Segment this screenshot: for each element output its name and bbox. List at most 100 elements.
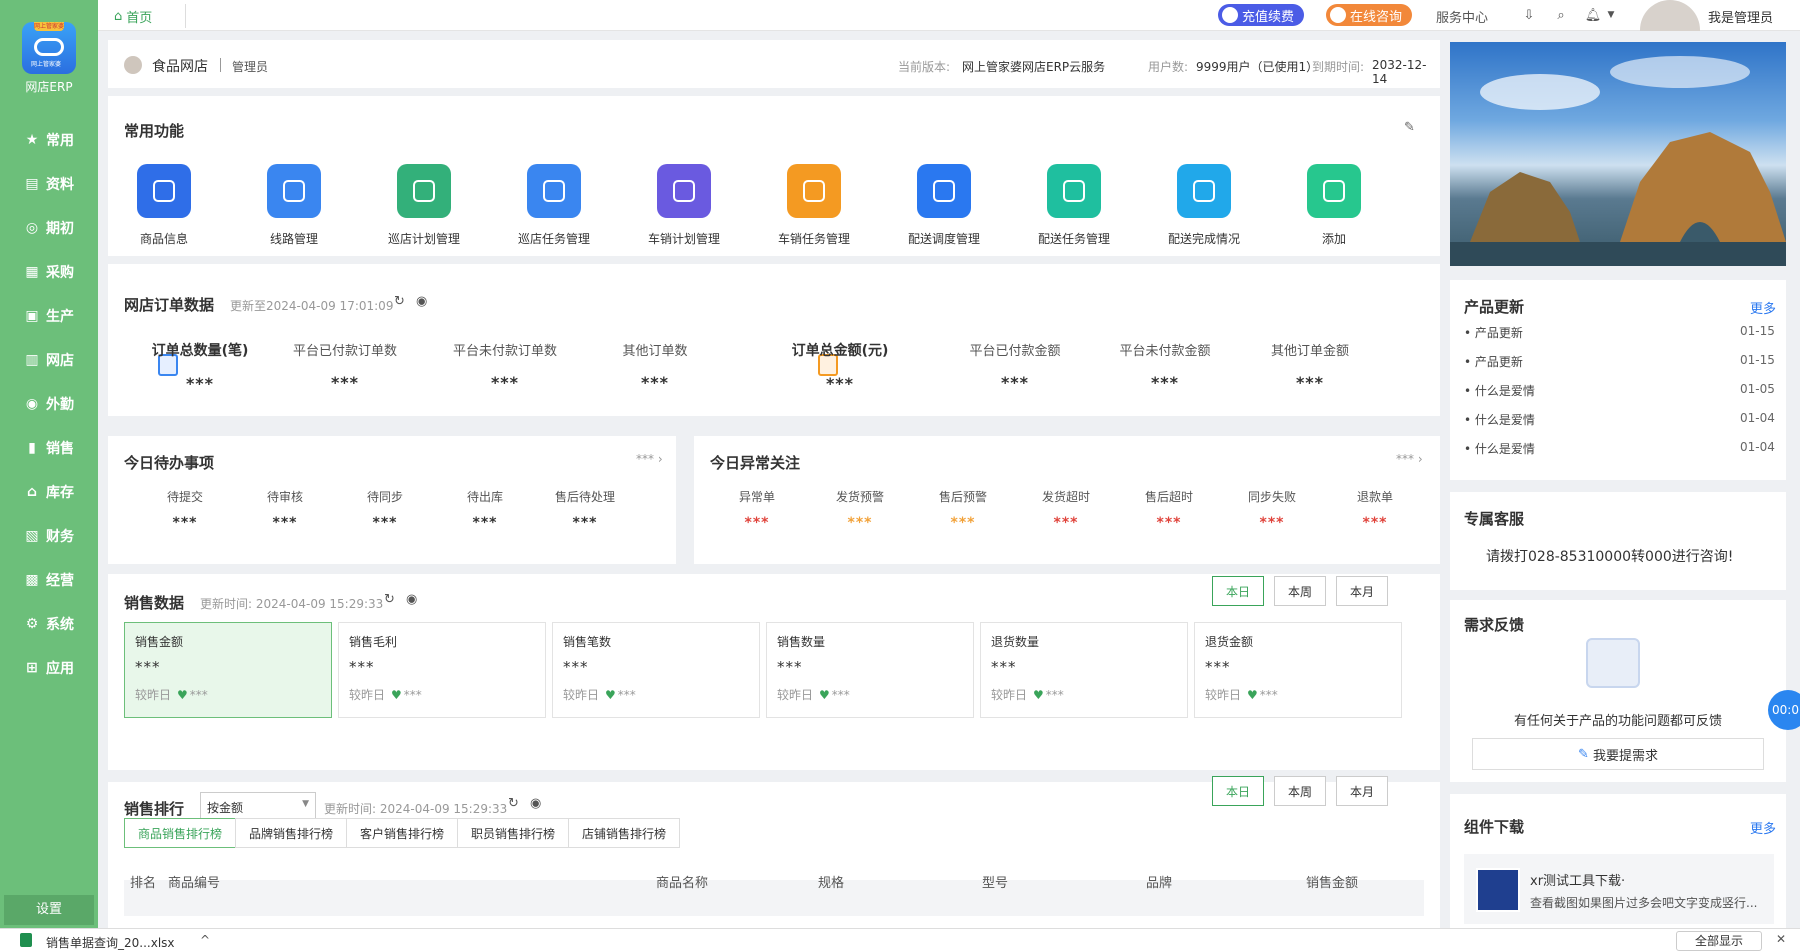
sidebar-item-7[interactable]: ▮ 销售 [0,426,98,470]
todo-more[interactable]: *** › [636,452,663,466]
sales-period-0[interactable]: 本日 [1212,576,1264,606]
sidebar-item-12[interactable]: ⊞ 应用 [0,646,98,690]
todo-item-3[interactable]: 待出库 *** [440,488,530,531]
edit-icon[interactable]: ✎ [1404,120,1415,135]
close-icon[interactable]: ✕ [1776,932,1786,946]
function-item-9[interactable]: 添加 [1294,164,1374,247]
sales-card-2[interactable]: 销售笔数 *** 较昨日 ♥ *** [552,622,760,718]
sales-card-5[interactable]: 退货金额 *** 较昨日 ♥ *** [1194,622,1402,718]
refresh-icon[interactable]: ↻ [384,592,395,607]
widget-desc: 查看截图如果图片过多会吧文字变成竖行... [1530,896,1758,910]
widget-more-link[interactable]: 更多 [1750,818,1776,837]
ranking-tab-0[interactable]: 商品销售排行榜 [124,818,236,848]
function-item-0[interactable]: 商品信息 [124,164,204,247]
todo-item-4[interactable]: 售后待处理 *** [540,488,630,531]
column-header-3[interactable]: 规格 [818,872,844,891]
abnormal-item-4[interactable]: 售后超时 *** [1124,488,1214,531]
chevron-up-icon[interactable]: ^ [200,933,210,947]
ranking-tab-4[interactable]: 店铺销售排行榜 [568,818,680,848]
sales-period-2[interactable]: 本月 [1336,576,1388,606]
service-center-link[interactable]: 服务中心 [1436,7,1488,26]
sidebar-item-1[interactable]: ▤ 资料 [0,162,98,206]
function-item-7[interactable]: 配送任务管理 [1034,164,1114,247]
column-header-6[interactable]: 销售金额 [1306,872,1358,891]
eye-icon[interactable]: ◉ [530,796,541,811]
consult-button[interactable]: 在线咨询 [1326,4,1413,26]
update-item-4[interactable]: • 什么是爱情 [1464,440,1535,457]
refresh-icon[interactable]: ↻ [508,796,519,811]
updates-more-link[interactable]: 更多 [1750,298,1776,317]
widget-item[interactable]: xr测试工具下载· 查看截图如果图片过多会吧文字变成竖行... [1464,854,1774,924]
feedback-title: 需求反馈 [1464,616,1525,634]
todo-item-1[interactable]: 待审核 *** [240,488,330,531]
trend-down-icon: ♥ [1247,688,1258,702]
abnormal-item-1[interactable]: 发货预警 *** [815,488,905,531]
column-header-4[interactable]: 型号 [982,872,1008,891]
sales-card-4[interactable]: 退货数量 *** 较昨日 ♥ *** [980,622,1188,718]
abnormal-item-5[interactable]: 同步失败 *** [1227,488,1317,531]
app-logo[interactable]: 网上管家婆 网上管家婆 [22,22,76,74]
abnormal-more[interactable]: *** › [1396,452,1423,466]
ranking-tab-1[interactable]: 品牌销售排行榜 [235,818,347,848]
update-item-0[interactable]: • 产品更新 [1464,324,1523,341]
column-header-5[interactable]: 品牌 [1146,872,1172,891]
sidebar-item-5[interactable]: ▥ 网店 [0,338,98,382]
download-file-name[interactable]: 销售单据查询_20...xlsx [46,934,175,951]
banner-image[interactable] [1450,42,1786,266]
sales-period-1[interactable]: 本周 [1274,576,1326,606]
abnormal-item-2[interactable]: 售后预警 *** [918,488,1008,531]
eye-off-icon[interactable]: ◉ [416,294,427,309]
update-item-3[interactable]: • 什么是爱情 [1464,411,1535,428]
settings-button[interactable]: 设置 [4,895,94,925]
sidebar-item-4[interactable]: ▣ 生产 [0,294,98,338]
function-item-6[interactable]: 配送调度管理 [904,164,984,247]
function-item-8[interactable]: 配送完成情况 [1164,164,1244,247]
ranking-period-2[interactable]: 本月 [1336,776,1388,806]
sidebar-item-3[interactable]: ▦ 采购 [0,250,98,294]
sidebar-item-2[interactable]: ◎ 期初 [0,206,98,250]
sales-card-3[interactable]: 销售数量 *** 较昨日 ♥ *** [766,622,974,718]
ranking-sort-select[interactable]: 按金额 ▼ [200,792,316,820]
user-name[interactable]: 我是管理员 [1708,7,1773,26]
ranking-period-0[interactable]: 本日 [1212,776,1264,806]
function-item-5[interactable]: 车销任务管理 [774,164,854,247]
function-item-4[interactable]: 车销计划管理 [644,164,724,247]
sales-card-0[interactable]: 销售金额 *** 较昨日 ♥ *** [124,622,332,718]
ranking-period-1[interactable]: 本周 [1274,776,1326,806]
todo-item-0[interactable]: 待提交 *** [140,488,230,531]
sidebar-item-0[interactable]: ★ 常用 [0,118,98,162]
function-item-3[interactable]: 巡店任务管理 [514,164,594,247]
sidebar-item-8[interactable]: ⌂ 库存 [0,470,98,514]
avatar[interactable] [1640,0,1700,31]
abnormal-item-6[interactable]: 退款单 *** [1330,488,1420,531]
update-item-1[interactable]: • 产品更新 [1464,353,1523,370]
abnormal-item-3[interactable]: 发货超时 *** [1021,488,1111,531]
recharge-button[interactable]: 充值续费 [1218,4,1305,26]
sidebar-item-6[interactable]: ◉ 外勤 [0,382,98,426]
refresh-icon[interactable]: ↻ [394,294,405,309]
ranking-tab-3[interactable]: 职员销售排行榜 [457,818,569,848]
update-item-2[interactable]: • 什么是爱情 [1464,382,1535,399]
abnormal-item-0[interactable]: 异常单 *** [712,488,802,531]
download-icon[interactable]: ⇩ [1520,6,1538,24]
feedback-button[interactable]: ✎ 我要提需求 [1472,738,1764,770]
tab-home[interactable]: ⌂ 首页 [106,4,186,28]
bell-icon[interactable]: 🔔︎ [1584,6,1602,24]
sidebar-item-10[interactable]: ▩ 经营 [0,558,98,602]
show-all-button[interactable]: 全部显示 [1676,931,1762,951]
ranking-tab-2[interactable]: 客户销售排行榜 [346,818,458,848]
floating-timer-badge[interactable]: 00:0 [1768,690,1800,730]
chevron-down-icon[interactable]: ▼ [1602,6,1620,24]
sales-card-1[interactable]: 销售毛利 *** 较昨日 ♥ *** [338,622,546,718]
function-item-1[interactable]: 线路管理 [254,164,334,247]
todo-item-2[interactable]: 待同步 *** [340,488,430,531]
excel-file-icon [20,933,32,947]
eye-off-icon[interactable]: ◉ [406,592,417,607]
sidebar-item-9[interactable]: ▧ 财务 [0,514,98,558]
search-icon[interactable]: ⌕ [1552,6,1570,24]
function-item-2[interactable]: 巡店计划管理 [384,164,464,247]
sidebar-item-11[interactable]: ⚙ 系统 [0,602,98,646]
column-header-2[interactable]: 商品名称 [656,872,708,891]
column-header-1[interactable]: 商品编号 [168,872,220,891]
column-header-0[interactable]: 排名 [130,872,156,891]
